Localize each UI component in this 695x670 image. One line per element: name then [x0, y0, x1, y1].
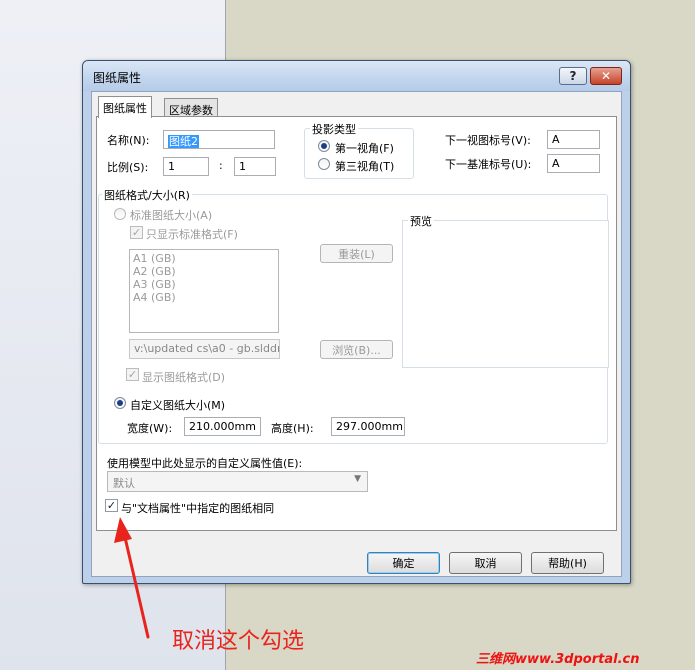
width-field[interactable]: 210.000mm [184, 417, 261, 436]
annotation-arrow-icon [114, 517, 150, 639]
same-as-document-checkbox[interactable]: ✓ [105, 499, 118, 512]
scale-label: 比例(S): [107, 161, 149, 174]
help-title-button[interactable]: ? [559, 67, 587, 85]
annotation-text: 取消这个勾选 [172, 629, 305, 654]
cancel-button[interactable]: 取消 [449, 552, 522, 574]
scale-separator: : [219, 159, 223, 172]
projection-type-title: 投影类型 [310, 121, 358, 137]
watermark: 三维网www.3dportal.cn [476, 652, 640, 667]
reload-button[interactable]: 重装(L) [320, 244, 393, 263]
next-view-field[interactable]: A [547, 130, 600, 149]
custom-size-radio[interactable] [114, 397, 126, 409]
display-format-checkbox[interactable]: ✓ [126, 368, 139, 381]
third-angle-radio[interactable] [318, 158, 330, 170]
sheet-format-title: 图纸格式/大小(R) [102, 187, 192, 203]
tab-zone-parameters[interactable]: 区域参数 [164, 98, 218, 118]
close-icon: ✕ [600, 69, 612, 83]
custom-size-label: 自定义图纸大小(M) [130, 399, 226, 412]
display-format-label: 显示图纸格式(D) [142, 371, 226, 384]
dialog-title: 图纸属性 [93, 71, 142, 85]
dialog-titlebar[interactable]: 图纸属性 ? ✕ [83, 61, 630, 91]
height-field[interactable]: 297.000mm [331, 417, 405, 436]
name-label: 名称(N): [107, 134, 150, 147]
tab-panel: 名称(N): 图纸2 比例(S): 1 : 1 投影类型 第一视角(F) 第三视… [96, 116, 617, 531]
height-label: 高度(H): [271, 422, 314, 435]
browse-button[interactable]: 浏览(B)... [320, 340, 393, 359]
preview-title: 预览 [408, 213, 434, 229]
same-as-document-label: 与"文档属性"中指定的图纸相同 [121, 502, 275, 515]
list-item[interactable]: A2 (GB) [133, 265, 275, 278]
question-icon: ? [569, 69, 577, 83]
standard-size-label: 标准图纸大小(A) [130, 209, 213, 222]
preview-box [402, 220, 609, 368]
chevron-down-icon: ▼ [354, 474, 361, 484]
next-view-label: 下一视图标号(V): [445, 134, 531, 147]
scale-denominator-field[interactable]: 1 [234, 157, 276, 176]
standard-size-radio[interactable] [114, 208, 126, 220]
close-title-button[interactable]: ✕ [590, 67, 622, 85]
ok-button[interactable]: 确定 [367, 552, 440, 574]
name-field[interactable]: 图纸2 [163, 130, 275, 149]
custom-props-dropdown[interactable]: 默认 ▼ [107, 471, 368, 492]
help-button[interactable]: 帮助(H) [531, 552, 604, 574]
sheet-properties-dialog: 图纸属性 ? ✕ 图纸属性 区域参数 名称(N): 图纸2 比例(S): 1 :… [82, 60, 631, 584]
tab-sheet-properties[interactable]: 图纸属性 [98, 96, 152, 118]
scale-numerator-field[interactable]: 1 [163, 157, 209, 176]
custom-props-label: 使用模型中此处显示的自定义属性值(E): [107, 457, 303, 470]
dialog-client-area: 图纸属性 区域参数 名称(N): 图纸2 比例(S): 1 : 1 投影类型 第… [91, 91, 622, 577]
list-item[interactable]: A3 (GB) [133, 278, 275, 291]
list-item[interactable]: A1 (GB) [133, 252, 275, 265]
next-datum-label: 下一基准标号(U): [445, 158, 532, 171]
format-path-field[interactable]: v:\updated cs\a0 - gb.slddrt [129, 339, 280, 359]
first-angle-radio[interactable] [318, 140, 330, 152]
next-datum-field[interactable]: A [547, 154, 600, 173]
sheet-size-list[interactable]: A1 (GB) A2 (GB) A3 (GB) A4 (GB) [129, 249, 279, 333]
only-standard-checkbox[interactable]: ✓ [130, 226, 143, 239]
only-standard-label: 只显示标准格式(F) [146, 228, 238, 241]
width-label: 宽度(W): [127, 422, 173, 435]
list-item[interactable]: A4 (GB) [133, 291, 275, 304]
first-angle-label: 第一视角(F) [335, 142, 394, 155]
third-angle-label: 第三视角(T) [335, 160, 395, 173]
